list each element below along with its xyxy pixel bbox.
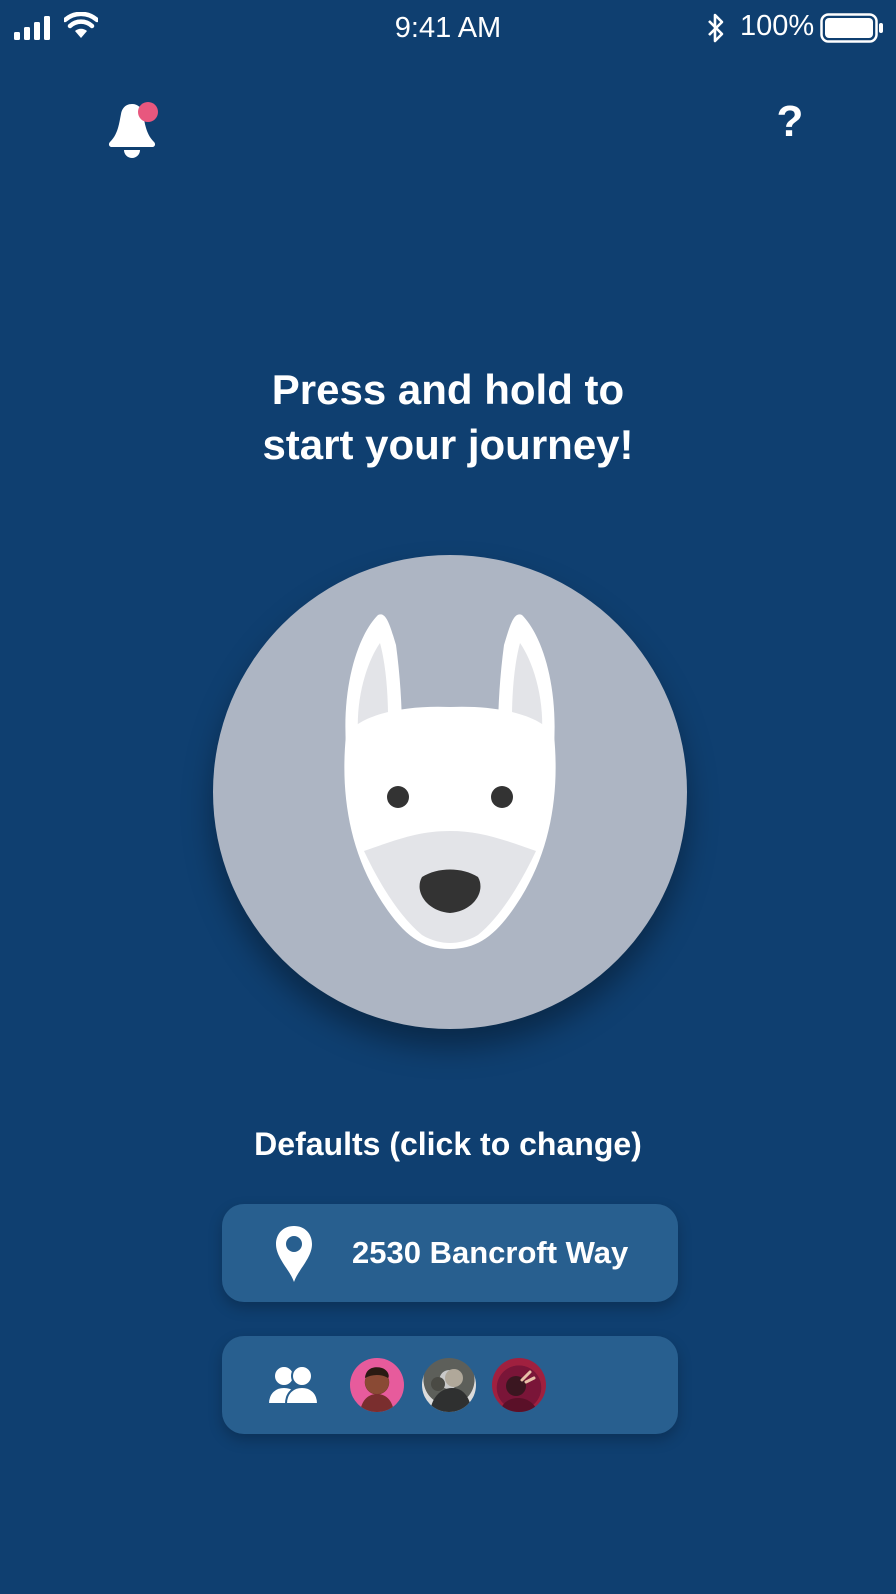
- avatar-3-image: [500, 1370, 538, 1412]
- home-screen: 9:41 AM 100% ? Press and hold to start y…: [0, 0, 896, 1594]
- dog-icon: [344, 614, 556, 949]
- headline-line-2: start your journey!: [262, 421, 634, 468]
- default-group-card[interactable]: [222, 1336, 678, 1434]
- status-bar: 9:41 AM 100%: [0, 0, 896, 56]
- battery-icon: [820, 13, 883, 43]
- battery-percent: 100%: [740, 10, 815, 42]
- map-pin-icon: [276, 1226, 312, 1282]
- help-button[interactable]: ?: [770, 96, 810, 148]
- start-journey-button[interactable]: [213, 555, 687, 1029]
- notification-badge: [138, 102, 158, 122]
- avatar-2-image: [430, 1369, 472, 1412]
- group-icon: [266, 1365, 320, 1405]
- defaults-label: Defaults (click to change): [254, 1126, 642, 1162]
- default-location-card[interactable]: 2530 Bancroft Way: [222, 1204, 678, 1302]
- group-member-avatar-3[interactable]: [492, 1358, 546, 1412]
- group-member-avatar-2[interactable]: [422, 1358, 476, 1412]
- headline: Press and hold to start your journey!: [0, 362, 896, 472]
- avatar-1-image: [360, 1367, 394, 1412]
- bluetooth-icon: [708, 13, 724, 43]
- group-member-avatar-1[interactable]: [350, 1358, 404, 1412]
- default-location-address: 2530 Bancroft Way: [352, 1235, 629, 1270]
- headline-line-1: Press and hold to: [271, 366, 625, 413]
- notifications-button[interactable]: [104, 100, 160, 160]
